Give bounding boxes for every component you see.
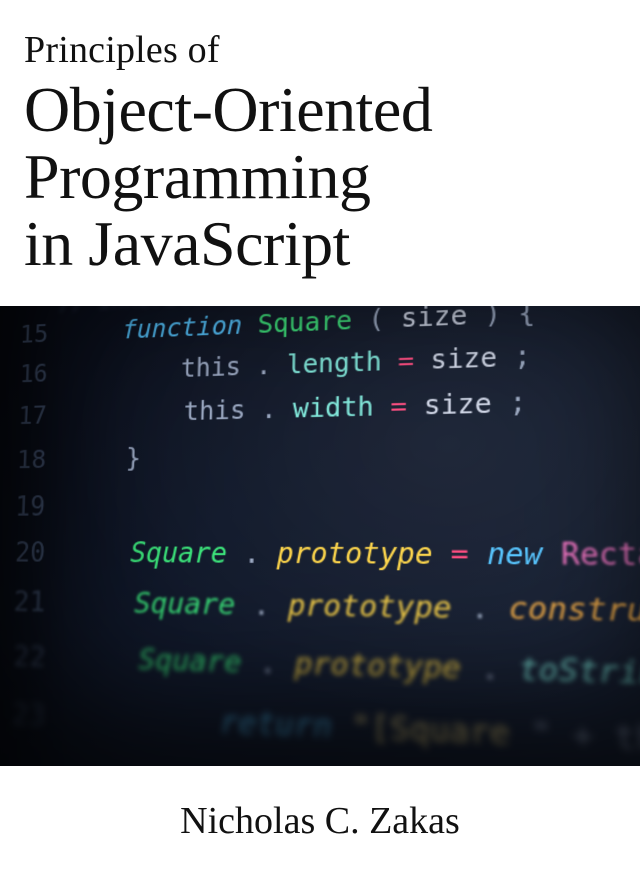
main-title: Object-Oriented Programming in JavaScrip…	[24, 76, 616, 278]
class-name: Square	[130, 538, 228, 570]
paren-close: )	[484, 306, 501, 330]
line-number: 18	[4, 445, 59, 475]
keyword-new: new	[487, 538, 542, 572]
identifier: size	[430, 343, 497, 376]
author-block: Nicholas C. Zakas	[0, 766, 640, 886]
keyword-this: this	[183, 395, 245, 426]
line-number: 16	[8, 359, 61, 388]
brace: {	[518, 306, 535, 329]
code-line-23: 23 return "[Square " + this.length + …	[0, 696, 640, 765]
code-line-22: 22 Square . prototype . toString = funct…	[0, 639, 640, 702]
title-line-2: Programming	[24, 141, 370, 212]
class-name: Rectangle	[561, 538, 640, 573]
code-line-20: 20 Square . prototype = new Rectangle ()…	[0, 538, 640, 574]
equals: =	[451, 538, 487, 572]
property-constructor: constructor	[509, 591, 640, 631]
line-number: 22	[0, 639, 61, 674]
property-prototype: prototype	[287, 589, 451, 626]
semicolon: ;	[514, 341, 531, 372]
line-number: 20	[0, 538, 59, 569]
param: size	[401, 306, 468, 333]
keyword-this: this	[180, 352, 241, 383]
keyword-return: return	[220, 704, 333, 745]
dot: .	[259, 645, 277, 680]
property: width	[293, 392, 374, 424]
dot: .	[256, 351, 272, 381]
code-screenshot: // inherits from Rectangle 15 function S…	[0, 306, 640, 766]
property-prototype: prototype	[277, 538, 433, 571]
line-number	[11, 310, 60, 312]
dot: .	[470, 591, 489, 627]
code-line-17: 17 this . width = size ;	[6, 387, 527, 430]
code-line-18: 18 }	[4, 443, 141, 475]
line-number: 21	[0, 586, 60, 619]
title-block: Principles of Object-Oriented Programmin…	[0, 0, 640, 288]
line-number: 17	[6, 401, 60, 431]
keyword-function: function	[122, 309, 243, 344]
property-prototype: prototype	[294, 645, 461, 685]
pretitle: Principles of	[24, 28, 616, 72]
identifier: size	[424, 388, 492, 421]
dot: .	[252, 589, 270, 623]
line-number: 19	[2, 491, 59, 522]
line-number: 15	[9, 318, 60, 349]
equals: =	[390, 390, 424, 422]
property: length	[287, 347, 382, 380]
code-tail: " + this.length + …	[531, 715, 640, 766]
semicolon: ;	[509, 387, 527, 419]
title-line-1: Object-Oriented	[24, 74, 432, 145]
dot: .	[480, 649, 499, 686]
line-number: 23	[0, 696, 62, 733]
dot: .	[243, 538, 260, 570]
class-name: Square	[138, 642, 242, 679]
class-name: Square	[257, 306, 352, 339]
code-line-21: 21 Square . prototype . constructor = Sq…	[0, 586, 640, 635]
author-name: Nicholas C. Zakas	[180, 799, 460, 843]
class-name: Square	[134, 587, 236, 622]
string-literal: "[Square	[351, 708, 531, 753]
title-line-3: in JavaScript	[24, 208, 350, 279]
dot: .	[261, 395, 277, 425]
brace: }	[125, 443, 141, 473]
equals: =	[398, 345, 431, 376]
property-tostring: toString	[519, 650, 640, 691]
book-cover: Principles of Object-Oriented Programmin…	[0, 0, 640, 886]
code-line-16: 16 this . length = size ;	[8, 341, 531, 388]
code-line-19: 19	[2, 491, 59, 522]
paren-open: (	[368, 306, 384, 335]
code-scene: // inherits from Rectangle 15 function S…	[0, 306, 640, 766]
